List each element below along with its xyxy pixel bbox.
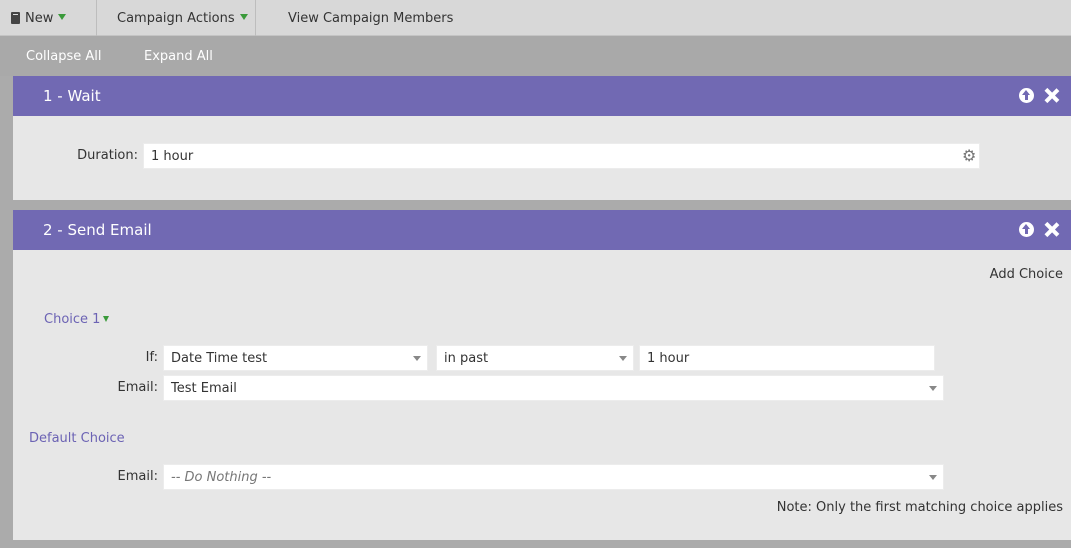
if-operator-select[interactable]: in past xyxy=(436,345,634,371)
toolbar-divider xyxy=(96,0,97,36)
if-attribute-select[interactable]: Date Time test xyxy=(163,345,428,371)
collapse-all-button[interactable]: Collapse All xyxy=(26,36,102,76)
duration-input[interactable]: 1 hour ⚙ xyxy=(143,143,980,169)
email-value: Test Email xyxy=(171,380,237,396)
expand-all-button[interactable]: Expand All xyxy=(144,36,213,76)
choice-note: Note: Only the first matching choice app… xyxy=(776,500,1063,515)
if-value: 1 hour xyxy=(647,350,690,366)
default-email-select[interactable]: -- Do Nothing -- xyxy=(163,464,944,490)
toolbar-divider xyxy=(255,0,256,36)
if-label: If: xyxy=(145,350,158,365)
flow-step-send-email: 2 - Send Email Add Choice Choice 1 If: D… xyxy=(13,210,1071,540)
chevron-down-icon xyxy=(413,356,421,361)
campaign-actions-button[interactable]: Campaign Actions xyxy=(117,0,248,36)
gear-icon[interactable]: ⚙ xyxy=(962,148,976,164)
email-select[interactable]: Test Email xyxy=(163,375,944,401)
close-icon[interactable] xyxy=(1044,88,1059,103)
move-up-icon[interactable] xyxy=(1019,88,1034,103)
add-choice-link[interactable]: Add Choice xyxy=(990,267,1063,282)
default-email-label: Email: xyxy=(117,469,158,484)
step-header[interactable]: 2 - Send Email xyxy=(13,210,1071,250)
view-members-label: View Campaign Members xyxy=(288,10,454,26)
if-attribute-value: Date Time test xyxy=(171,350,268,366)
email-label: Email: xyxy=(117,380,158,395)
book-icon xyxy=(11,12,20,24)
chevron-down-icon xyxy=(929,475,937,480)
default-email-value: -- Do Nothing -- xyxy=(171,469,272,485)
step-header[interactable]: 1 - Wait xyxy=(13,76,1071,116)
default-choice-label[interactable]: Default Choice xyxy=(29,431,125,446)
close-icon[interactable] xyxy=(1044,222,1059,237)
choice-1-menu[interactable]: Choice 1 xyxy=(44,312,110,327)
duration-value: 1 hour xyxy=(151,148,194,164)
flow-step-wait: 1 - Wait Duration: 1 hour ⚙ xyxy=(13,76,1071,200)
step-title: 2 - Send Email xyxy=(43,221,152,239)
chevron-down-icon xyxy=(58,14,67,20)
top-toolbar: New Campaign Actions View Campaign Membe… xyxy=(0,0,1071,36)
flow-actions-bar: Collapse All Expand All xyxy=(0,36,1071,76)
chevron-down-icon xyxy=(239,14,248,20)
move-up-icon[interactable] xyxy=(1019,222,1034,237)
if-operator-value: in past xyxy=(444,350,489,366)
chevron-down-icon xyxy=(929,386,937,391)
choice-label: Choice 1 xyxy=(44,312,101,327)
new-label: New xyxy=(25,10,54,26)
campaign-actions-label: Campaign Actions xyxy=(117,10,235,26)
duration-label: Duration: xyxy=(77,148,138,163)
view-campaign-members-button[interactable]: View Campaign Members xyxy=(288,0,453,36)
if-value-input[interactable]: 1 hour xyxy=(639,345,935,371)
chevron-down-icon xyxy=(103,316,110,322)
new-menu-button[interactable]: New xyxy=(11,0,67,36)
step-title: 1 - Wait xyxy=(43,87,101,105)
chevron-down-icon xyxy=(619,356,627,361)
